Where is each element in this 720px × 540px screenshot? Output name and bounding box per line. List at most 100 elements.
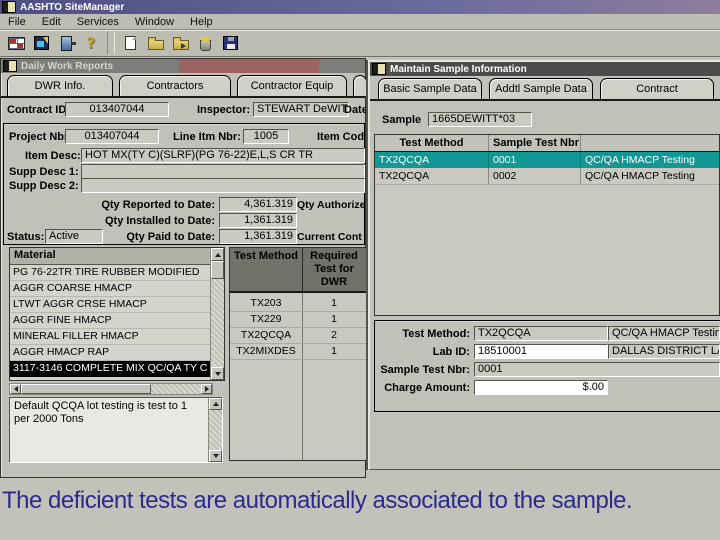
inspector-field: STEWART DeWITT [253, 102, 349, 117]
lab-id-label: Lab ID: [432, 346, 470, 358]
cell-desc: QC/QA HMACP Testing [585, 154, 695, 166]
menu-window[interactable]: Window [127, 16, 182, 28]
test-method-label: Test Method: [402, 328, 470, 340]
menu-bar: File Edit Services Window Help [0, 14, 720, 30]
tab-contractors[interactable]: Contractors [119, 75, 231, 96]
toolbar [0, 30, 720, 57]
qty-installed-field: 1,361.319 [219, 213, 297, 228]
tab-addtl-sample-data[interactable]: Addtl Sample Data [489, 78, 593, 99]
material-note: Default QCQA lot testing is test to 1 pe… [9, 397, 223, 463]
menu-services[interactable]: Services [69, 16, 127, 28]
scroll-up-icon[interactable] [209, 398, 222, 410]
scroll-thumb-h[interactable] [21, 384, 151, 394]
sample-window-icon [372, 63, 386, 75]
delete-icon[interactable] [193, 32, 218, 54]
menu-edit[interactable]: Edit [34, 16, 69, 28]
grid-icon[interactable] [4, 32, 29, 54]
scroll-left-icon[interactable] [10, 384, 21, 394]
open-folder-icon[interactable] [143, 32, 168, 54]
cell-nbr: 0002 [489, 168, 581, 184]
caption-text: The deficient tests are automatically as… [2, 487, 633, 514]
tests-table-header: Test Method Required Test for DWR [230, 248, 367, 293]
test-row[interactable]: TX2QCQA 2 [230, 327, 367, 344]
tests-col-method: Test Method [234, 250, 298, 262]
supp-desc1-label: Supp Desc 1: [9, 166, 79, 178]
tab-contract[interactable]: Contract [600, 78, 714, 99]
charge-amount-field[interactable]: $.00 [474, 380, 608, 395]
material-note-text: Default QCQA lot testing is test to 1 pe… [14, 400, 188, 425]
folder-out-icon[interactable] [168, 32, 193, 54]
help-icon[interactable] [79, 32, 104, 54]
qty-paid-label: Qty Paid to Date: [126, 231, 215, 243]
note-scrollbar[interactable] [208, 398, 222, 462]
scroll-down-icon[interactable] [211, 367, 224, 380]
inspector-label: Inspector: [197, 104, 251, 116]
screen: AASHTO SiteManager File Edit Services Wi… [0, 0, 720, 540]
material-row[interactable]: AGGR FINE HMACP [10, 313, 224, 329]
item-code-label: Item Code [317, 131, 365, 143]
material-row[interactable]: PG 76-22TR TIRE RUBBER MODIFIED [10, 265, 224, 281]
dwr-titlebar: Daily Work Reports [1, 59, 365, 73]
sample-test-row-selected[interactable]: TX2QCQA 0001 QC/QA HMACP Testing [375, 152, 719, 168]
tab-basic-sample-data[interactable]: Basic Sample Data [378, 78, 482, 99]
app-title: AASHTO SiteManager [20, 1, 125, 13]
materials-scrollbar[interactable] [210, 248, 224, 380]
tab-partial[interactable] [353, 75, 367, 96]
materials-list: Material PG 76-22TR TIRE RUBBER MODIFIED… [9, 247, 225, 381]
col-description [581, 135, 719, 151]
sample-tests-table: Test Method Sample Test Nbr TX2QCQA 0001… [374, 134, 720, 316]
test-method-cell: TX229 [250, 313, 282, 325]
lab-id-field[interactable]: 18510001 [474, 344, 608, 359]
contract-id-field: 013407044 [65, 102, 169, 117]
scroll-up-icon[interactable] [211, 248, 224, 261]
tests-col-required: Required Test for DWR [310, 250, 358, 288]
exit-door-icon[interactable] [54, 32, 79, 54]
supp-desc1-field [81, 164, 365, 179]
test-row[interactable]: TX2MIXDES 1 [230, 343, 367, 360]
save-icon[interactable] [218, 32, 243, 54]
material-row-selected[interactable]: 3117-3146 COMPLETE MIX QC/QA TY C [10, 361, 224, 377]
test-required-cell: 1 [331, 345, 337, 357]
tab-dwr-info[interactable]: DWR Info. [7, 75, 113, 96]
app-titlebar: AASHTO SiteManager [0, 0, 720, 14]
sample-test-nbr-field: 0001 [474, 362, 720, 377]
supp-desc2-field [81, 178, 365, 193]
scroll-right-icon[interactable] [201, 384, 212, 394]
material-row[interactable]: MINERAL FILLER HMACP [10, 329, 224, 345]
workstation-icon[interactable] [29, 32, 54, 54]
sample-titlebar: Maintain Sample Information [370, 62, 720, 76]
sample-label: Sample [382, 114, 422, 126]
materials-hscrollbar[interactable] [9, 383, 213, 395]
new-document-icon[interactable] [118, 32, 143, 54]
dwr-titlebar-stripe [179, 59, 319, 73]
line-itm-field: 1005 [243, 129, 289, 144]
menu-help[interactable]: Help [182, 16, 221, 28]
materials-header: Material [10, 248, 224, 265]
scroll-down-icon[interactable] [209, 450, 222, 462]
test-row[interactable]: TX203 1 [230, 295, 367, 312]
test-required-cell: 1 [331, 313, 337, 325]
material-row[interactable]: AGGR COARSE HMACP [10, 281, 224, 297]
qty-installed-label: Qty Installed to Date: [104, 215, 215, 227]
dwr-window: Daily Work Reports DWR Info. Contractors… [0, 58, 368, 478]
date-label: Date: [344, 104, 366, 116]
tab-contractor-equip[interactable]: Contractor Equip [237, 75, 347, 96]
sample-window: Maintain Sample Information Basic Sample… [368, 60, 720, 470]
line-itm-label: Line Itm Nbr: [173, 131, 241, 143]
dwr-window-icon [3, 60, 17, 72]
test-row[interactable]: TX229 1 [230, 311, 367, 328]
test-method-cell: TX2QCQA [240, 329, 292, 341]
material-row[interactable]: AGGR HMACP RAP [10, 345, 224, 361]
sample-id-field: 1665DEWITT*03 [428, 112, 532, 127]
scroll-thumb[interactable] [211, 261, 224, 279]
test-method-field: TX2QCQA [474, 326, 608, 341]
test-method-cell: TX203 [250, 297, 282, 309]
cell-method: TX2QCQA [375, 168, 489, 184]
sample-test-nbr-label: Sample Test Nbr: [380, 364, 470, 376]
lab-desc-field: DALLAS DISTRICT LABORATORY [608, 344, 720, 359]
qty-reported-label: Qty Reported to Date: [101, 199, 215, 211]
tab-baseline [370, 99, 720, 101]
material-row[interactable]: LTWT AGGR CRSE HMACP [10, 297, 224, 313]
sample-test-row[interactable]: TX2QCQA 0002 QC/QA HMACP Testing [375, 168, 719, 185]
menu-file[interactable]: File [0, 16, 34, 28]
